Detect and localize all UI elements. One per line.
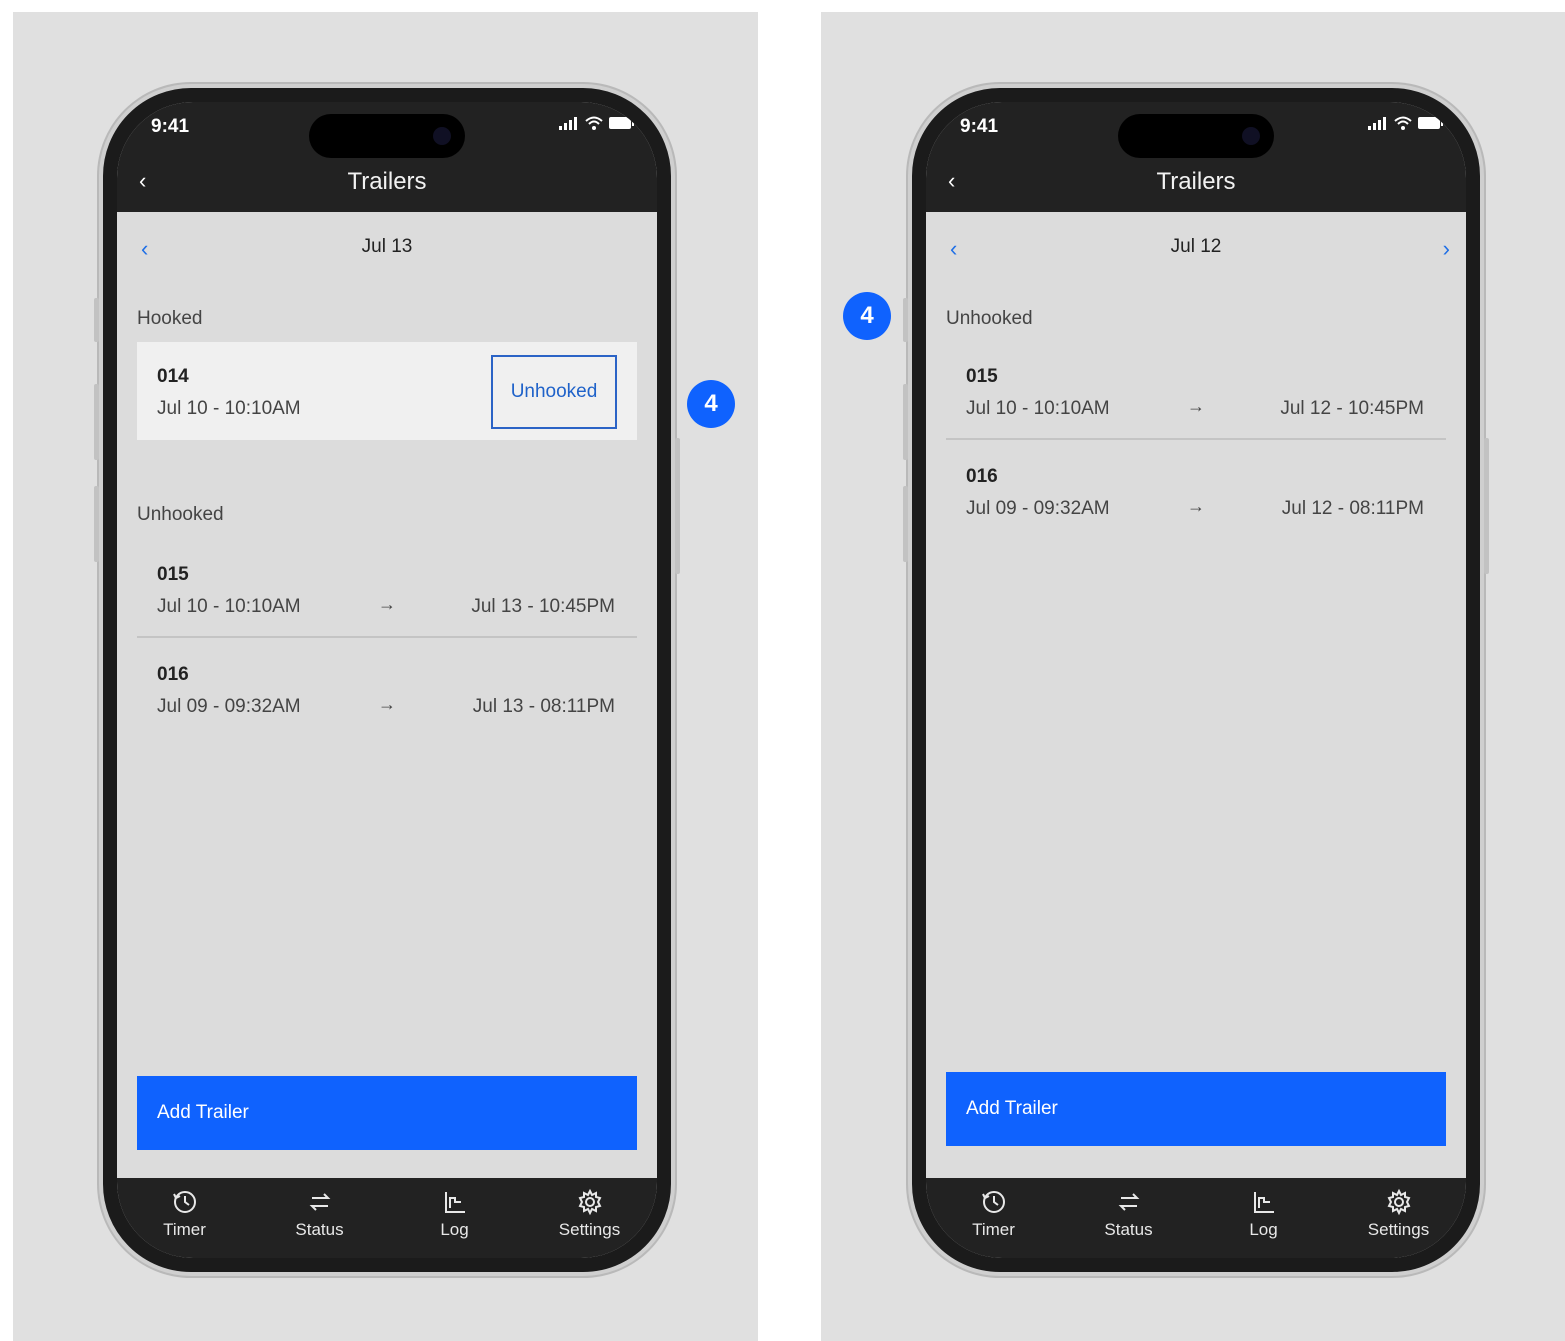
signal-icon: [559, 117, 577, 130]
status-icon: [1118, 1193, 1139, 1211]
list-item[interactable]: 015 Jul 10 - 10:10AM → Jul 12 - 10:45PM: [946, 342, 1446, 440]
wifi-icon: [1394, 116, 1412, 130]
tab-log[interactable]: Log: [1196, 1178, 1331, 1258]
date-navigator: ‹ Jul 12 ›: [926, 234, 1466, 264]
date-navigator: ‹ Jul 13: [117, 234, 657, 264]
battery-icon: [1418, 117, 1443, 129]
log-icon: [1253, 1192, 1274, 1213]
tab-settings[interactable]: Settings: [1331, 1178, 1466, 1258]
side-button: [94, 486, 99, 562]
side-button: [903, 486, 908, 562]
date-label: Jul 12: [1170, 236, 1222, 257]
phone-frame: 9:41 ‹ Trailers ‹ Jul 12 › Unhooked 015 …: [903, 84, 1489, 1276]
side-button: [675, 438, 680, 574]
tab-bar: Timer Status Log Settings: [926, 1178, 1466, 1258]
section-heading-unhooked: Unhooked: [946, 308, 1033, 329]
side-button: [94, 298, 99, 342]
status-time: 9:41: [960, 116, 999, 137]
list-item[interactable]: 016 Jul 09 - 09:32AM → Jul 12 - 08:11PM: [946, 442, 1446, 540]
camera-icon: [1242, 127, 1260, 145]
unhook-button[interactable]: Unhooked: [491, 355, 617, 429]
settings-icon: [578, 1188, 601, 1216]
side-button: [903, 384, 908, 460]
status-time: 9:41: [151, 116, 190, 137]
tab-bar: Timer Status Log Settings: [117, 1178, 657, 1258]
phone-screen: 9:41 ‹ Trailers ‹ Jul 12 › Unhooked 015 …: [926, 102, 1466, 1258]
status-icons: [1368, 116, 1444, 130]
main-content: ‹ Jul 12 › Unhooked 015 Jul 10 - 10:10AM…: [926, 212, 1466, 1178]
annotation-badge: 4: [687, 380, 735, 428]
tab-label: Timer: [163, 1220, 206, 1239]
battery-icon: [609, 117, 634, 129]
trailer-end: Jul 13 - 08:11PM: [472, 696, 615, 717]
tab-timer[interactable]: Timer: [926, 1178, 1061, 1258]
settings-icon: [1387, 1188, 1410, 1216]
trailer-id: 015: [966, 366, 998, 387]
trailer-id: 016: [157, 664, 189, 685]
date-label: Jul 13: [361, 236, 413, 257]
trailer-id: 014: [157, 366, 189, 387]
log-icon: [444, 1192, 465, 1213]
top-bar: 9:41 ‹ Trailers: [117, 102, 657, 212]
tab-label: Status: [1104, 1220, 1153, 1239]
tab-label: Settings: [558, 1220, 621, 1239]
timer-icon: [981, 1191, 1005, 1213]
hooked-trailer-card[interactable]: 014 Jul 10 - 10:10AM Unhooked: [137, 342, 637, 440]
tab-timer[interactable]: Timer: [117, 1178, 252, 1258]
next-date-icon[interactable]: ›: [1443, 236, 1450, 262]
add-trailer-button[interactable]: Add Trailer: [946, 1072, 1446, 1146]
trailer-id: 015: [157, 564, 189, 585]
signal-icon: [1368, 117, 1386, 130]
dynamic-island: [1118, 114, 1274, 158]
trailer-end: Jul 13 - 10:45PM: [471, 596, 615, 617]
panel-right: 9:41 ‹ Trailers ‹ Jul 12 › Unhooked 015 …: [821, 12, 1565, 1341]
trailer-id: 016: [966, 466, 998, 487]
tab-status[interactable]: Status: [252, 1178, 387, 1258]
add-trailer-button[interactable]: Add Trailer: [137, 1076, 637, 1150]
tab-label: Status: [295, 1220, 344, 1239]
tab-label: Log: [440, 1220, 469, 1239]
phone-frame: 9:41 ‹ Trailers ‹ Jul 13 Hooked 014 Jul …: [94, 84, 680, 1276]
trailer-end: Jul 12 - 08:11PM: [1281, 498, 1424, 519]
list-item[interactable]: 016 Jul 09 - 09:32AM → Jul 13 - 08:11PM: [137, 640, 637, 738]
section-heading-hooked: Hooked: [137, 308, 203, 329]
main-content: ‹ Jul 13 Hooked 014 Jul 10 - 10:10AM Unh…: [117, 212, 657, 1178]
tab-settings[interactable]: Settings: [522, 1178, 657, 1258]
trailer-start: Jul 10 - 10:10AM: [157, 398, 301, 419]
section-heading-unhooked: Unhooked: [137, 504, 224, 525]
tab-label: Log: [1249, 1220, 1278, 1239]
side-button: [1484, 438, 1489, 574]
side-button: [903, 298, 908, 342]
dynamic-island: [309, 114, 465, 158]
list-item[interactable]: 015 Jul 10 - 10:10AM → Jul 13 - 10:45PM: [137, 540, 637, 638]
divider: [137, 636, 637, 638]
tab-status[interactable]: Status: [1061, 1178, 1196, 1258]
camera-icon: [433, 127, 451, 145]
phone-screen: 9:41 ‹ Trailers ‹ Jul 13 Hooked 014 Jul …: [117, 102, 657, 1258]
annotation-badge: 4: [843, 292, 891, 340]
panel-left: 9:41 ‹ Trailers ‹ Jul 13 Hooked 014 Jul …: [13, 12, 758, 1341]
tab-log[interactable]: Log: [387, 1178, 522, 1258]
timer-icon: [172, 1191, 196, 1213]
page-title: Trailers: [1156, 168, 1236, 195]
top-bar: 9:41 ‹ Trailers: [926, 102, 1466, 212]
page-title: Trailers: [347, 168, 427, 195]
tab-label: Settings: [1367, 1220, 1430, 1239]
side-button: [94, 384, 99, 460]
divider: [946, 438, 1446, 440]
wifi-icon: [585, 116, 603, 130]
trailer-end: Jul 12 - 10:45PM: [1280, 398, 1424, 419]
tab-label: Timer: [972, 1220, 1015, 1239]
status-icon: [309, 1193, 330, 1211]
status-icons: [559, 116, 635, 130]
